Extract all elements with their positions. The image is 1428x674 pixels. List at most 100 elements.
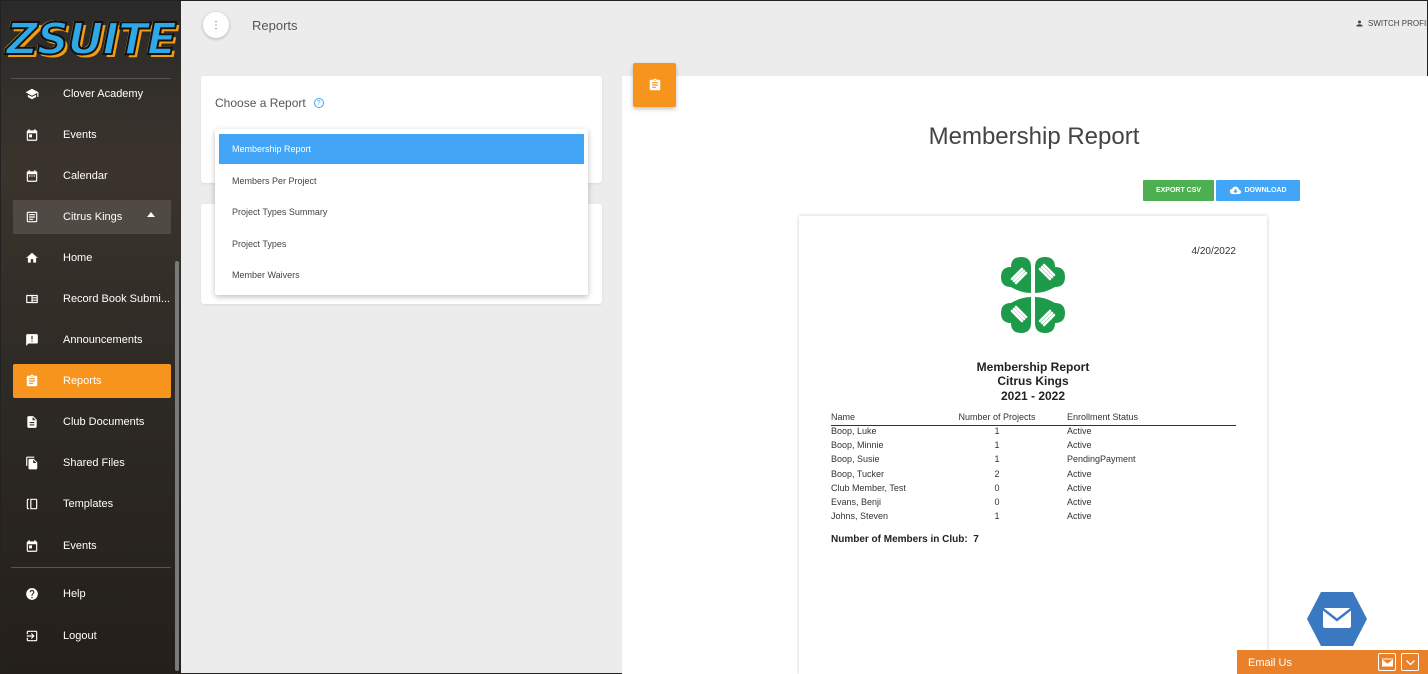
chevron-down-icon[interactable] <box>1401 653 1419 671</box>
document-icon <box>15 415 49 429</box>
cell-name: Johns, Steven <box>831 511 889 522</box>
cell-name: Boop, Minnie <box>831 440 884 451</box>
sidebar-item-shared-files[interactable]: Shared Files <box>13 446 171 480</box>
report-clipboard-badge <box>633 63 676 107</box>
choose-report-label: Choose a Report ? <box>215 96 324 110</box>
contact-mail-hex-button[interactable] <box>1306 590 1368 648</box>
download-button[interactable]: DOWNLOAD <box>1216 180 1300 201</box>
templates-icon <box>15 497 49 511</box>
column-header-name: Name <box>831 412 856 422</box>
report-option-project-types[interactable]: Project Types <box>219 229 584 259</box>
member-count: Number of Members in Club: 7 <box>831 534 979 545</box>
cell-status: Active <box>1067 426 1092 436</box>
sidebar-item-club-documents[interactable]: Club Documents <box>13 405 171 439</box>
switch-profile-button[interactable]: SWITCH PROFILE <box>1355 19 1427 28</box>
logout-icon <box>15 629 49 643</box>
cell-name: Boop, Tucker <box>831 468 885 479</box>
table-row: Club Member, Test 0 Active <box>831 483 1236 497</box>
cell-projects: 2 <box>994 468 1000 479</box>
record-book-icon <box>15 292 49 306</box>
sidebar-item-reports[interactable]: Reports <box>13 364 171 398</box>
help-icon <box>15 587 49 601</box>
cell-status: Active <box>1067 440 1092 451</box>
sidebar-item-label: Templates <box>63 498 114 510</box>
cell-status: Active <box>1067 482 1092 493</box>
mail-icon[interactable] <box>1378 653 1396 671</box>
4h-clover-logo-icon <box>1001 257 1065 333</box>
sidebar-item-label: Reports <box>63 375 102 387</box>
sidebar-item-label: Calendar <box>63 170 108 182</box>
report-option-members-per-project[interactable]: Members Per Project <box>219 166 584 196</box>
home-icon <box>15 251 49 265</box>
sidebar-item-citrus-kings[interactable]: Citrus Kings <box>13 200 171 234</box>
table-row: Boop, Luke 1 Active <box>831 426 1236 440</box>
sidebar-item-logout[interactable]: Logout <box>13 619 171 653</box>
table-row: Evans, Benji 0 Active <box>831 497 1236 511</box>
sidebar-item-home[interactable]: Home <box>13 241 171 275</box>
more-menu-button[interactable]: ⋮ <box>203 12 229 38</box>
member-count-value: 7 <box>973 534 979 545</box>
switch-profile-label: SWITCH PROFILE <box>1368 19 1427 28</box>
cell-name: Boop, Luke <box>831 426 877 436</box>
graduation-cap-icon <box>15 87 49 101</box>
report-option-member-waivers[interactable]: Member Waivers <box>219 260 584 290</box>
cell-status: Active <box>1067 468 1092 479</box>
cell-projects: 1 <box>994 440 1000 451</box>
sidebar-item-label: Home <box>63 252 93 264</box>
chevron-up-icon <box>147 212 155 217</box>
sidebar-item-templates[interactable]: Templates <box>13 487 171 521</box>
sidebar-item-label: Club Documents <box>63 416 145 428</box>
announcement-icon <box>15 333 49 347</box>
report-heading-title: Membership Report <box>976 360 1090 374</box>
sidebar-item-label: Events <box>63 129 97 141</box>
sidebar-item-record-book[interactable]: Record Book Submi... <box>13 282 171 316</box>
sidebar-item-clover-academy[interactable]: Clover Academy <box>13 77 171 111</box>
sidebar-item-help[interactable]: Help <box>13 577 171 611</box>
export-csv-button[interactable]: EXPORT CSV <box>1143 180 1214 201</box>
cell-status: Active <box>1067 496 1092 507</box>
report-heading-club: Citrus Kings <box>997 374 1069 388</box>
calendar-icon <box>15 169 49 183</box>
cloud-download-icon <box>1229 186 1241 195</box>
sidebar-item-calendar[interactable]: Calendar <box>13 159 171 193</box>
table-row: Boop, Tucker 2 Active <box>831 469 1236 483</box>
cell-name: Boop, Susie <box>831 454 880 465</box>
download-label: DOWNLOAD <box>1244 187 1287 194</box>
email-us-label: Email Us <box>1248 656 1293 669</box>
calendar-event-icon <box>15 128 49 142</box>
report-option-project-types-summary[interactable]: Project Types Summary <box>219 197 584 227</box>
member-count-label: Number of Members in Club: <box>831 534 968 545</box>
report-date: 4/20/2022 <box>1191 246 1237 257</box>
sidebar-item-announcements[interactable]: Announcements <box>13 323 171 357</box>
help-circle-icon[interactable]: ? <box>313 98 324 108</box>
cell-status: PendingPayment <box>1067 454 1136 465</box>
report-heading-year: 2021 - 2022 <box>1000 389 1066 403</box>
sidebar-item-label: Logout <box>63 630 97 642</box>
column-header-projects: Number of Projects <box>958 412 1036 422</box>
cell-name: Club Member, Test <box>831 482 906 493</box>
report-dropdown-menu: Membership Report Members Per Project Pr… <box>215 129 588 295</box>
table-row: Johns, Steven 1 Active <box>831 511 1236 525</box>
sidebar-item-label: Announcements <box>63 334 143 346</box>
report-document: 4/20/2022 Membership Report Citrus Kings… <box>799 216 1267 674</box>
table-row: Boop, Susie 1 PendingPayment <box>831 454 1236 468</box>
sidebar: ZSUITE Clover Academy Events Calendar Ci… <box>1 1 181 674</box>
clipboard-icon <box>649 78 660 91</box>
report-option-membership[interactable]: Membership Report <box>219 134 584 164</box>
cell-projects: 1 <box>994 511 1000 522</box>
sidebar-item-events[interactable]: Events <box>13 118 171 152</box>
table-row: Boop, Minnie 1 Active <box>831 440 1236 454</box>
sidebar-item-events-2[interactable]: Events <box>13 529 171 563</box>
sidebar-item-label: Help <box>63 588 86 600</box>
zsuite-logo[interactable]: ZSUITE <box>5 1 178 79</box>
files-icon <box>15 456 49 470</box>
sidebar-item-label: Shared Files <box>63 457 125 469</box>
cell-projects: 0 <box>994 482 1000 493</box>
cell-projects: 1 <box>994 454 1000 465</box>
sidebar-item-label: Clover Academy <box>63 88 144 100</box>
email-us-bar[interactable]: Email Us <box>1237 650 1428 674</box>
calendar-event-icon <box>15 539 49 553</box>
cell-status: Active <box>1067 511 1092 522</box>
clipboard-icon <box>15 374 49 388</box>
person-icon <box>1356 20 1363 27</box>
